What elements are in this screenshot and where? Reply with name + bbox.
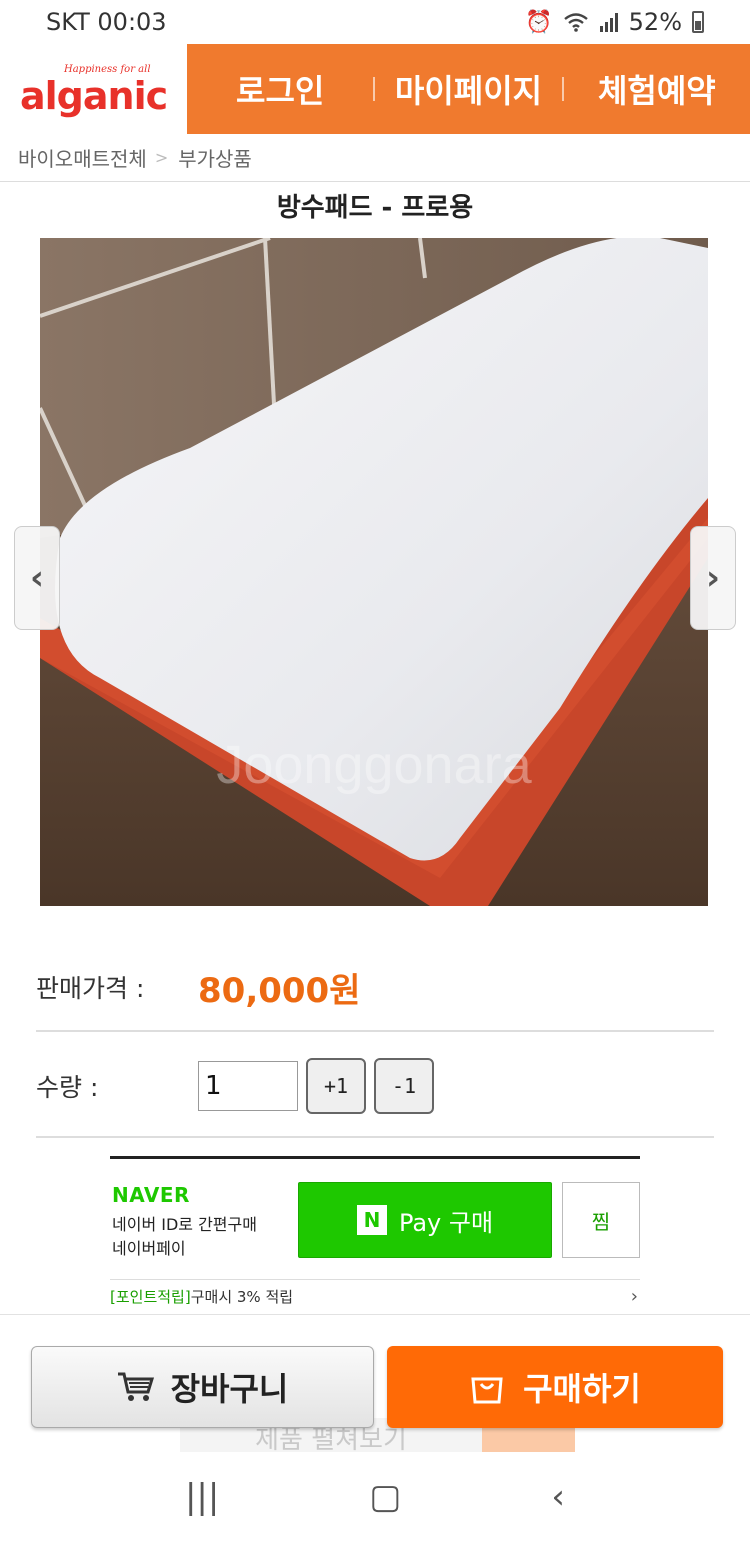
nav-mypage[interactable]: 마이페이지 xyxy=(375,66,561,112)
wifi-icon xyxy=(563,13,588,32)
brand-logo[interactable]: Happiness for all alganic xyxy=(20,58,170,120)
add-to-cart-button[interactable]: 장바구니 xyxy=(31,1346,374,1428)
naver-pay-button-label: Pay 구매 xyxy=(398,1208,494,1237)
divider xyxy=(36,1030,714,1032)
naver-logo: NAVER xyxy=(112,1183,190,1207)
nav-login[interactable]: 로그인 xyxy=(187,66,373,112)
chevron-right-icon: > xyxy=(154,148,169,167)
naver-pay-box: NAVER 네이버 ID로 간편구매 네이버페이 N Pay 구매 찜 [포인트… xyxy=(110,1156,640,1310)
signal-icon xyxy=(599,13,618,32)
price-label: 판매가격 : xyxy=(36,974,145,1003)
point-text: 구매시 3% 적립 xyxy=(190,1288,294,1306)
point-info-row[interactable]: [포인트적립]구매시 3% 적립 › xyxy=(110,1279,640,1313)
prev-image-button[interactable]: ‹ xyxy=(14,526,60,630)
nav-experience-booking[interactable]: 체험예약 xyxy=(564,66,750,112)
battery-icon xyxy=(692,11,704,33)
site-header: Happiness for all alganic 로그인 마이페이지 체험예약 xyxy=(0,44,750,134)
home-icon[interactable]: ▢ xyxy=(369,1477,401,1517)
breadcrumb-subcategory[interactable]: 부가상품 xyxy=(178,143,252,172)
price-row: 판매가격 : 80,000원 xyxy=(36,955,714,1019)
chevron-right-icon: › xyxy=(705,558,720,598)
divider xyxy=(36,1136,714,1138)
status-bar: SKT 00:03 ⏰ 52% xyxy=(0,0,750,44)
naver-desc-line2: 네이버페이 xyxy=(112,1239,186,1258)
carrier-time: SKT 00:03 xyxy=(46,8,167,36)
svg-text:Joonggonara: Joonggonara xyxy=(216,735,532,795)
buy-label: 구매하기 xyxy=(523,1370,641,1408)
cart-label: 장바구니 xyxy=(170,1370,289,1408)
battery-percent: 52% xyxy=(628,8,682,36)
buy-now-button[interactable]: 구매하기 xyxy=(387,1346,723,1428)
price-value: 80,000원 xyxy=(198,970,361,1011)
quantity-input[interactable] xyxy=(198,1061,298,1111)
shopping-bag-icon xyxy=(471,1377,503,1404)
wishlist-button[interactable]: 찜 xyxy=(562,1182,640,1258)
recent-apps-icon[interactable]: ||| xyxy=(185,1477,219,1517)
alarm-icon: ⏰ xyxy=(525,9,553,35)
naver-pay-description: 네이버 ID로 간편구매 네이버페이 xyxy=(112,1213,257,1261)
quantity-label: 수량 : xyxy=(36,1073,99,1102)
top-nav: 로그인 마이페이지 체험예약 xyxy=(187,44,750,134)
system-nav-bar: ||| ▢ ‹ xyxy=(0,1452,750,1541)
quantity-row: 수량 : +1 -1 xyxy=(36,1056,714,1116)
breadcrumb-category[interactable]: 바이오매트전체 xyxy=(18,143,147,172)
product-image[interactable]: Joonggonara xyxy=(40,238,708,906)
point-tag: [포인트적립] xyxy=(110,1288,191,1306)
status-icons: ⏰ 52% xyxy=(525,8,704,36)
point-info: [포인트적립]구매시 3% 적립 xyxy=(110,1286,293,1307)
naver-n-icon: N xyxy=(356,1205,387,1235)
quantity-plus-button[interactable]: +1 xyxy=(306,1058,366,1114)
naver-pay-buy-button[interactable]: N Pay 구매 xyxy=(298,1182,552,1258)
quantity-minus-button[interactable]: -1 xyxy=(374,1058,434,1114)
cart-icon xyxy=(117,1372,154,1401)
next-image-button[interactable]: › xyxy=(690,526,736,630)
naver-desc-line1: 네이버 ID로 간편구매 xyxy=(112,1215,257,1234)
product-title: 방수패드 - 프로용 xyxy=(276,193,474,223)
logo-text: alganic xyxy=(20,74,168,118)
chevron-right-icon: › xyxy=(630,1286,638,1307)
chevron-left-icon: ‹ xyxy=(29,558,44,598)
breadcrumb: 바이오매트전체 > 부가상품 xyxy=(0,134,750,182)
back-icon[interactable]: ‹ xyxy=(551,1477,565,1517)
